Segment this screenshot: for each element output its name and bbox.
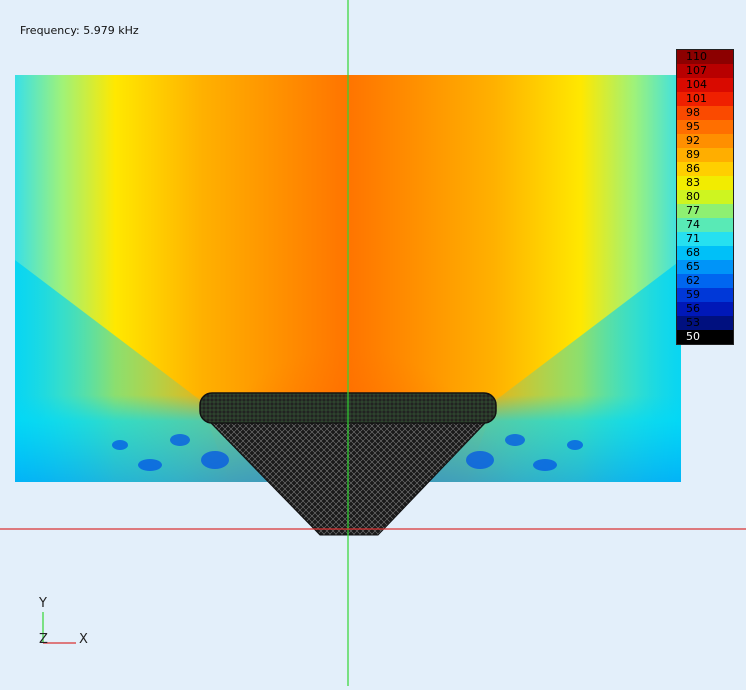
color-scale-entry: 71 xyxy=(677,232,733,246)
color-scale-entry: 80 xyxy=(677,190,733,204)
color-scale-entry: 98 xyxy=(677,106,733,120)
color-scale-entry: 92 xyxy=(677,134,733,148)
color-scale-entry: 50 xyxy=(677,330,733,344)
triad-z-label: Z xyxy=(39,632,48,647)
color-scale-entry: 74 xyxy=(677,218,733,232)
color-scale-entry: 110 xyxy=(677,50,733,64)
color-scale-entry: 53 xyxy=(677,316,733,330)
color-scale-entry: 62 xyxy=(677,274,733,288)
color-scale-entry: 68 xyxy=(677,246,733,260)
color-scale-entry: 95 xyxy=(677,120,733,134)
color-scale-entry: 83 xyxy=(677,176,733,190)
color-scale-entry: 77 xyxy=(677,204,733,218)
color-scale-entry: 59 xyxy=(677,288,733,302)
color-scale-entry: 89 xyxy=(677,148,733,162)
3d-viewport[interactable]: Y Z X Frequency: 5.979 kHz 110 107 104 101 9… xyxy=(0,0,746,686)
color-scale-legend: 110 107 104 101 98 95 92 89 86 83 80 77 74 71 68 65 62 59… xyxy=(676,49,734,345)
triad-x-label: X xyxy=(79,632,88,647)
orientation-triad: Y Z X xyxy=(38,596,88,647)
color-scale-entry: 56 xyxy=(677,302,733,316)
color-scale-entry: 107 xyxy=(677,64,733,78)
color-scale-entry: 101 xyxy=(677,92,733,106)
frequency-label: Frequency: 5.979 kHz xyxy=(20,24,139,37)
triad-y-label: Y xyxy=(38,596,47,611)
sound-pressure-field-plot: Y Z X xyxy=(0,0,746,686)
color-scale-entry: 65 xyxy=(677,260,733,274)
color-scale-entry: 104 xyxy=(677,78,733,92)
color-scale-entry: 86 xyxy=(677,162,733,176)
